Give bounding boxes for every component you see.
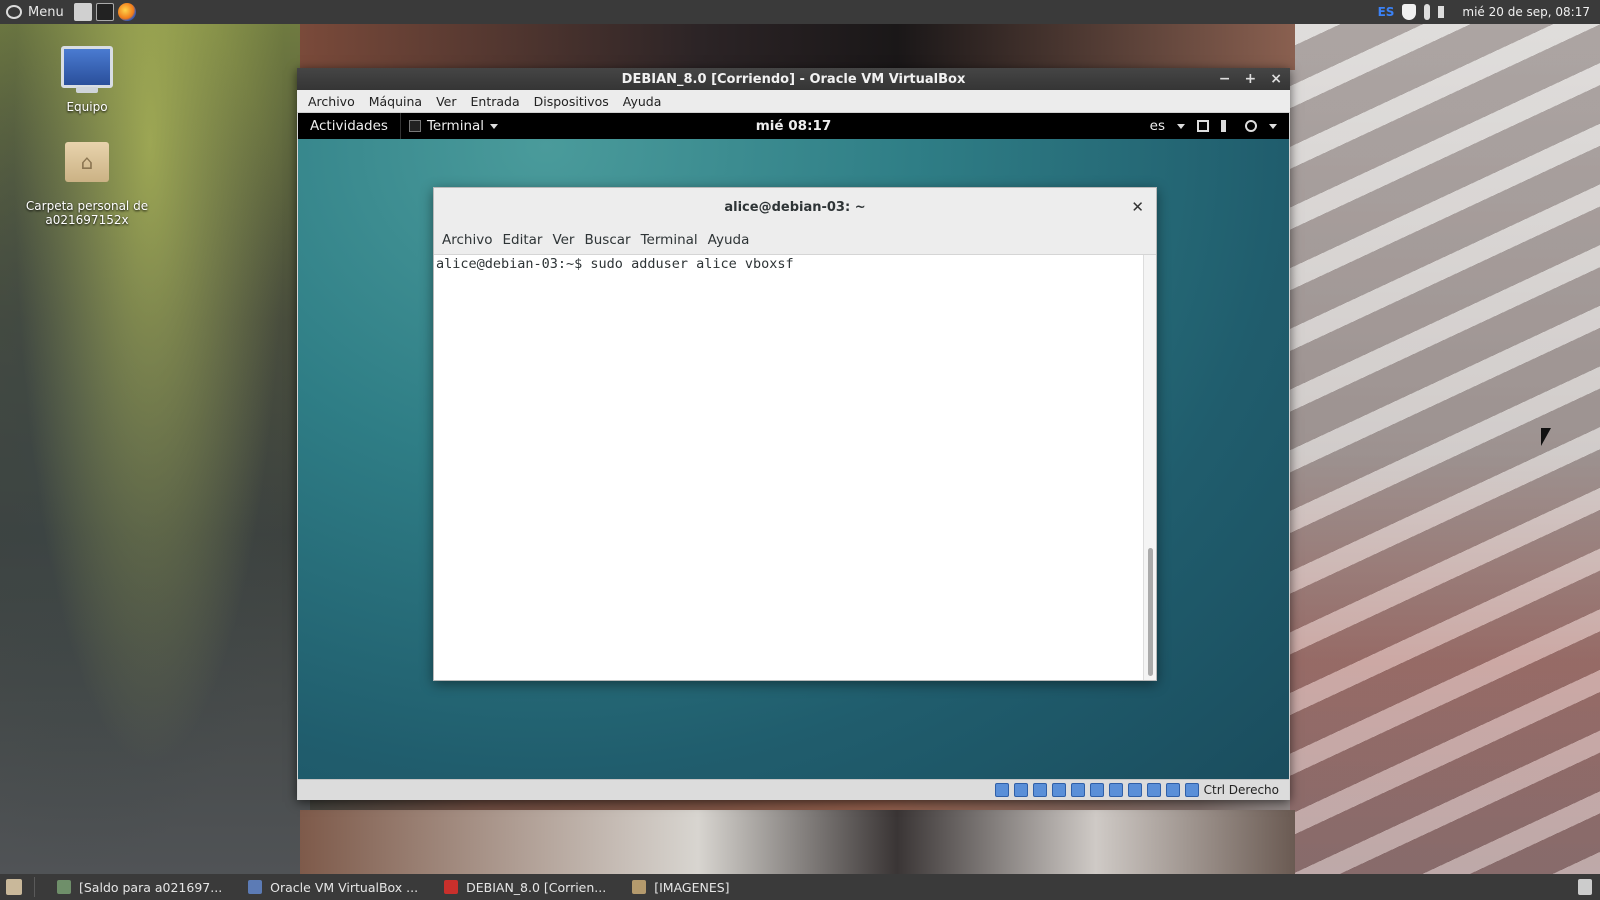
vbox-menubar: Archivo Máquina Ver Entrada Dispositivos…	[297, 90, 1290, 113]
vt-icon[interactable]	[1146, 783, 1161, 797]
vbox-menu-ver[interactable]: Ver	[429, 94, 463, 109]
speaker-icon[interactable]	[1221, 120, 1233, 132]
scrollbar-thumb[interactable]	[1148, 548, 1153, 676]
vbox-titlebar[interactable]: DEBIAN_8.0 [Corriendo] - Oracle VM Virtu…	[297, 68, 1290, 90]
home-folder-icon: ⌂	[65, 142, 109, 182]
debian-icon	[444, 880, 459, 894]
harddisk-icon[interactable]	[994, 783, 1009, 797]
firefox-launcher-icon[interactable]	[117, 3, 136, 21]
show-desktop-icon[interactable]	[6, 879, 22, 895]
taskbar-item[interactable]: DEBIAN_8.0 [Corrien...	[432, 874, 620, 900]
term-menu-ver[interactable]: Ver	[547, 232, 579, 248]
app-menu[interactable]: Terminal	[399, 113, 499, 139]
terminal-app-icon	[408, 120, 421, 132]
close-icon[interactable]: ✕	[1131, 198, 1144, 216]
display-icon[interactable]	[1108, 783, 1123, 797]
terminal-menubar: Archivo Editar Ver Buscar Terminal Ayuda	[434, 226, 1156, 255]
host-clock[interactable]: mié 20 de sep, 08:17	[1462, 5, 1590, 19]
virtualbox-icon	[248, 880, 263, 894]
taskbar-item-label: DEBIAN_8.0 [Corrien...	[466, 879, 607, 895]
system-tray: ES mié 20 de sep, 08:17	[1378, 4, 1600, 20]
optical-drive-icon[interactable]	[1013, 783, 1028, 797]
shared-folders-icon[interactable]	[1089, 783, 1104, 797]
chat-app-icon	[57, 880, 71, 894]
term-menu-buscar[interactable]: Buscar	[579, 232, 635, 248]
vbox-menu-dispositivos[interactable]: Dispositivos	[527, 94, 616, 109]
terminal-output[interactable]: alice@debian-03:~$ sudo adduser alice vb…	[434, 255, 1144, 680]
wallpaper-bottom	[300, 810, 1295, 876]
network-icon[interactable]	[1051, 783, 1066, 797]
taskbar-item-label: Oracle VM VirtualBox ...	[270, 879, 419, 895]
desktop-icon-label: Equipo	[66, 100, 108, 114]
host-top-panel: Menu ES mié 20 de sep, 08:17	[0, 0, 1600, 24]
minimize-icon[interactable]: −	[1219, 71, 1231, 87]
trash-icon[interactable]	[1578, 879, 1592, 895]
taskbar-separator	[34, 877, 35, 897]
gnome-top-bar: Actividades Terminal mié 08:17 es	[298, 113, 1289, 139]
vbox-statusbar: Ctrl Derecho	[298, 779, 1289, 800]
computer-icon	[61, 46, 113, 93]
desktop-icon-label: Carpeta personal de a021697152x	[25, 199, 149, 227]
mouse-integration-icon[interactable]	[1165, 783, 1180, 797]
terminal-scrollbar[interactable]	[1143, 255, 1156, 680]
activities-button[interactable]: Actividades	[298, 118, 400, 134]
vbox-menu-entrada[interactable]: Entrada	[464, 94, 527, 109]
mouse-cursor-icon	[1541, 428, 1551, 446]
screen-icon[interactable]	[1197, 120, 1209, 132]
capture-icon[interactable]	[1127, 783, 1142, 797]
vbox-menu-archivo[interactable]: Archivo	[301, 94, 362, 109]
folder-icon	[632, 880, 647, 894]
audio-icon[interactable]	[1032, 783, 1047, 797]
chevron-down-icon[interactable]	[1177, 123, 1185, 129]
taskbar-item[interactable]: [IMAGENES]	[620, 874, 743, 900]
volume-icon[interactable]	[1438, 6, 1454, 18]
desktop-icon-computer[interactable]: Equipo	[22, 46, 152, 114]
taskbar-item-label: [Saldo para a021697...	[79, 879, 223, 895]
terminal-window: alice@debian-03: ~ ✕ Archivo Editar Ver …	[433, 187, 1157, 681]
desktop-icon-home[interactable]: ⌂ Carpeta personal de a021697152x	[22, 128, 152, 241]
microphone-icon[interactable]	[1424, 4, 1431, 20]
term-menu-archivo[interactable]: Archivo	[437, 232, 497, 248]
desktop-wallpaper-right	[1290, 24, 1600, 874]
power-icon[interactable]	[1245, 120, 1257, 132]
main-menu-button[interactable]: Menu	[0, 0, 70, 24]
vbox-menu-maquina[interactable]: Máquina	[362, 94, 429, 109]
vbox-menu-ayuda[interactable]: Ayuda	[616, 94, 669, 109]
term-menu-terminal[interactable]: Terminal	[636, 232, 703, 248]
virtualbox-window: DEBIAN_8.0 [Corriendo] - Oracle VM Virtu…	[297, 68, 1290, 800]
wallpaper-top	[300, 24, 1295, 70]
close-icon[interactable]: ×	[1270, 71, 1282, 87]
term-menu-ayuda[interactable]: Ayuda	[703, 232, 755, 248]
taskbar-item[interactable]: [Saldo para a021697...	[45, 874, 236, 900]
chevron-down-icon	[490, 123, 499, 129]
terminal-launcher-icon[interactable]	[95, 3, 114, 21]
terminal-headerbar[interactable]: alice@debian-03: ~ ✕	[434, 188, 1156, 226]
keyboard-capture-icon[interactable]	[1184, 783, 1199, 797]
main-menu-label: Menu	[28, 4, 64, 20]
taskbar-item-label: [IMAGENES]	[654, 879, 730, 895]
host-taskbar: [Saldo para a021697... Oracle VM Virtual…	[0, 874, 1600, 900]
vbox-title: DEBIAN_8.0 [Corriendo] - Oracle VM Virtu…	[621, 71, 966, 87]
term-menu-editar[interactable]: Editar	[497, 232, 547, 248]
maximize-icon[interactable]: +	[1245, 71, 1257, 87]
shield-icon[interactable]	[1402, 4, 1417, 20]
host-key-label: Ctrl Derecho	[1203, 783, 1279, 797]
terminal-line: alice@debian-03:~$ sudo adduser alice vb…	[436, 256, 794, 272]
chevron-down-icon[interactable]	[1269, 123, 1277, 129]
app-menu-label: Terminal	[426, 118, 485, 134]
taskbar-item[interactable]: Oracle VM VirtualBox ...	[236, 874, 432, 900]
keyboard-layout-indicator[interactable]: ES	[1378, 5, 1395, 19]
input-language[interactable]: es	[1150, 118, 1165, 134]
usb-icon[interactable]	[1070, 783, 1085, 797]
mint-logo-icon	[6, 5, 22, 19]
files-launcher-icon[interactable]	[73, 3, 92, 21]
guest-screen[interactable]: Actividades Terminal mié 08:17 es alice@…	[298, 113, 1289, 779]
terminal-title: alice@debian-03: ~	[724, 199, 866, 215]
